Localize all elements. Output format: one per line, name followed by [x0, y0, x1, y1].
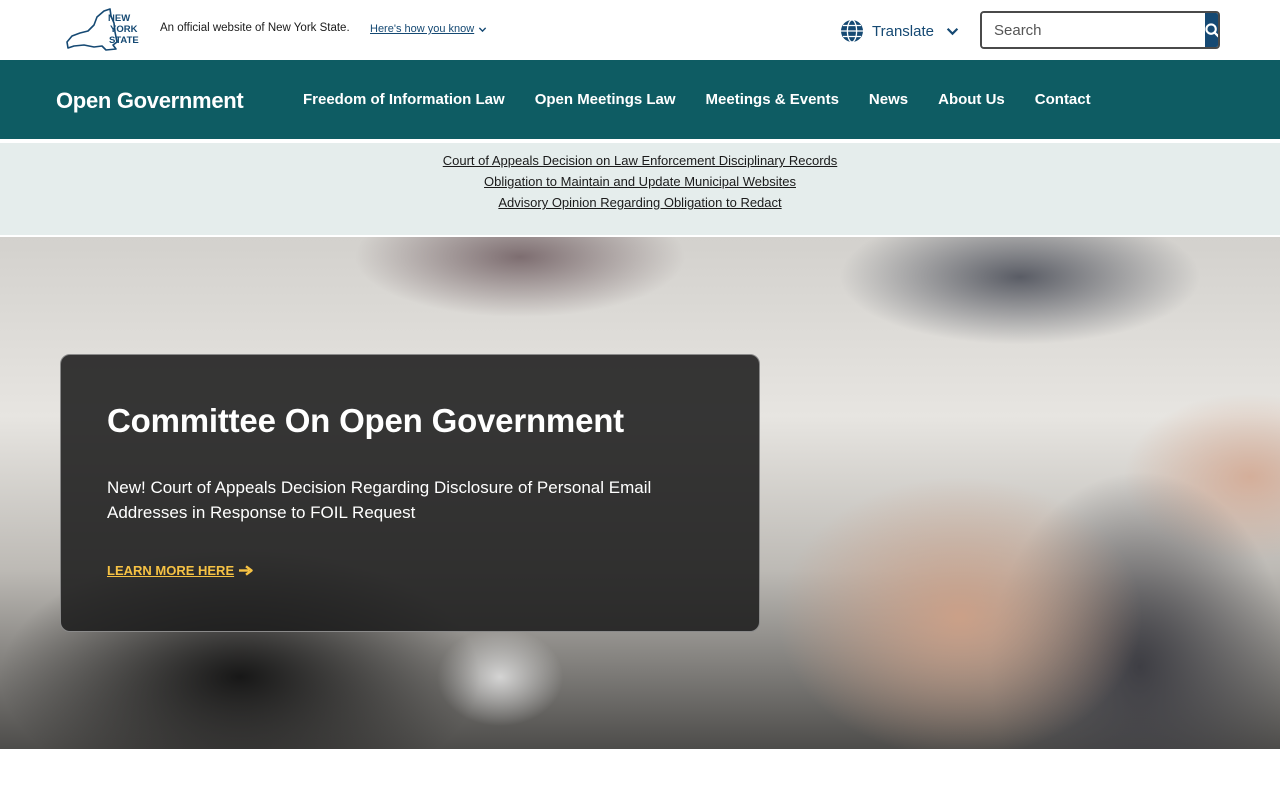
nys-map-icon: NEW YORK STATE [66, 8, 139, 51]
search-button[interactable] [1205, 13, 1218, 47]
hero-description: New! Court of Appeals Decision Regarding… [107, 478, 652, 522]
learn-more-label: LEARN MORE HERE [107, 563, 235, 578]
nav-item-about-us[interactable]: About Us [923, 91, 1020, 108]
alert-links-banner: Court of Appeals Decision on Law Enforce… [0, 143, 1280, 235]
svg-text:STATE: STATE [109, 35, 139, 46]
nav-item-news[interactable]: News [854, 91, 923, 108]
globe-icon [841, 19, 863, 43]
svg-text:NEW: NEW [108, 13, 130, 24]
translate-button[interactable]: Translate [840, 17, 959, 45]
agency-navigation: Open Government Freedom of Information L… [0, 60, 1280, 139]
nys-logo[interactable]: NEW YORK STATE [64, 6, 144, 54]
official-website-text: An official website of New York State. [160, 22, 350, 34]
search-icon [1205, 22, 1218, 38]
how-you-know-label: Here's how you know [370, 23, 475, 35]
learn-more-link[interactable]: LEARN MORE HERE [107, 563, 253, 578]
alert-link[interactable]: Court of Appeals Decision on Law Enforce… [443, 150, 838, 171]
agency-brand-link[interactable]: Open Government [56, 88, 244, 114]
nav-item-open-meetings-law[interactable]: Open Meetings Law [520, 91, 691, 108]
translate-label: Translate [872, 22, 934, 40]
hero-card: Committee On Open Government New! Court … [60, 354, 760, 632]
main-menu: Freedom of Information Law Open Meetings… [288, 60, 1106, 139]
alert-link[interactable]: Obligation to Maintain and Update Munici… [484, 171, 796, 192]
nav-item-meetings-events[interactable]: Meetings & Events [691, 91, 854, 108]
alert-link[interactable]: Advisory Opinion Regarding Obligation to… [498, 192, 781, 213]
how-you-know-toggle[interactable]: Here's how you know [370, 23, 487, 35]
search-box [980, 11, 1220, 49]
nav-item-contact[interactable]: Contact [1020, 91, 1106, 108]
hero-title: Committee On Open Government [107, 402, 624, 439]
chevron-down-icon [946, 27, 959, 35]
nav-item-foil[interactable]: Freedom of Information Law [288, 91, 520, 108]
arrow-right-icon [239, 565, 253, 576]
hero-banner: Committee On Open Government New! Court … [0, 237, 1280, 749]
svg-text:YORK: YORK [110, 24, 138, 35]
universal-header: NEW YORK STATE An official website of Ne… [0, 0, 1280, 60]
chevron-down-icon [479, 26, 487, 32]
search-input[interactable] [982, 13, 1205, 47]
